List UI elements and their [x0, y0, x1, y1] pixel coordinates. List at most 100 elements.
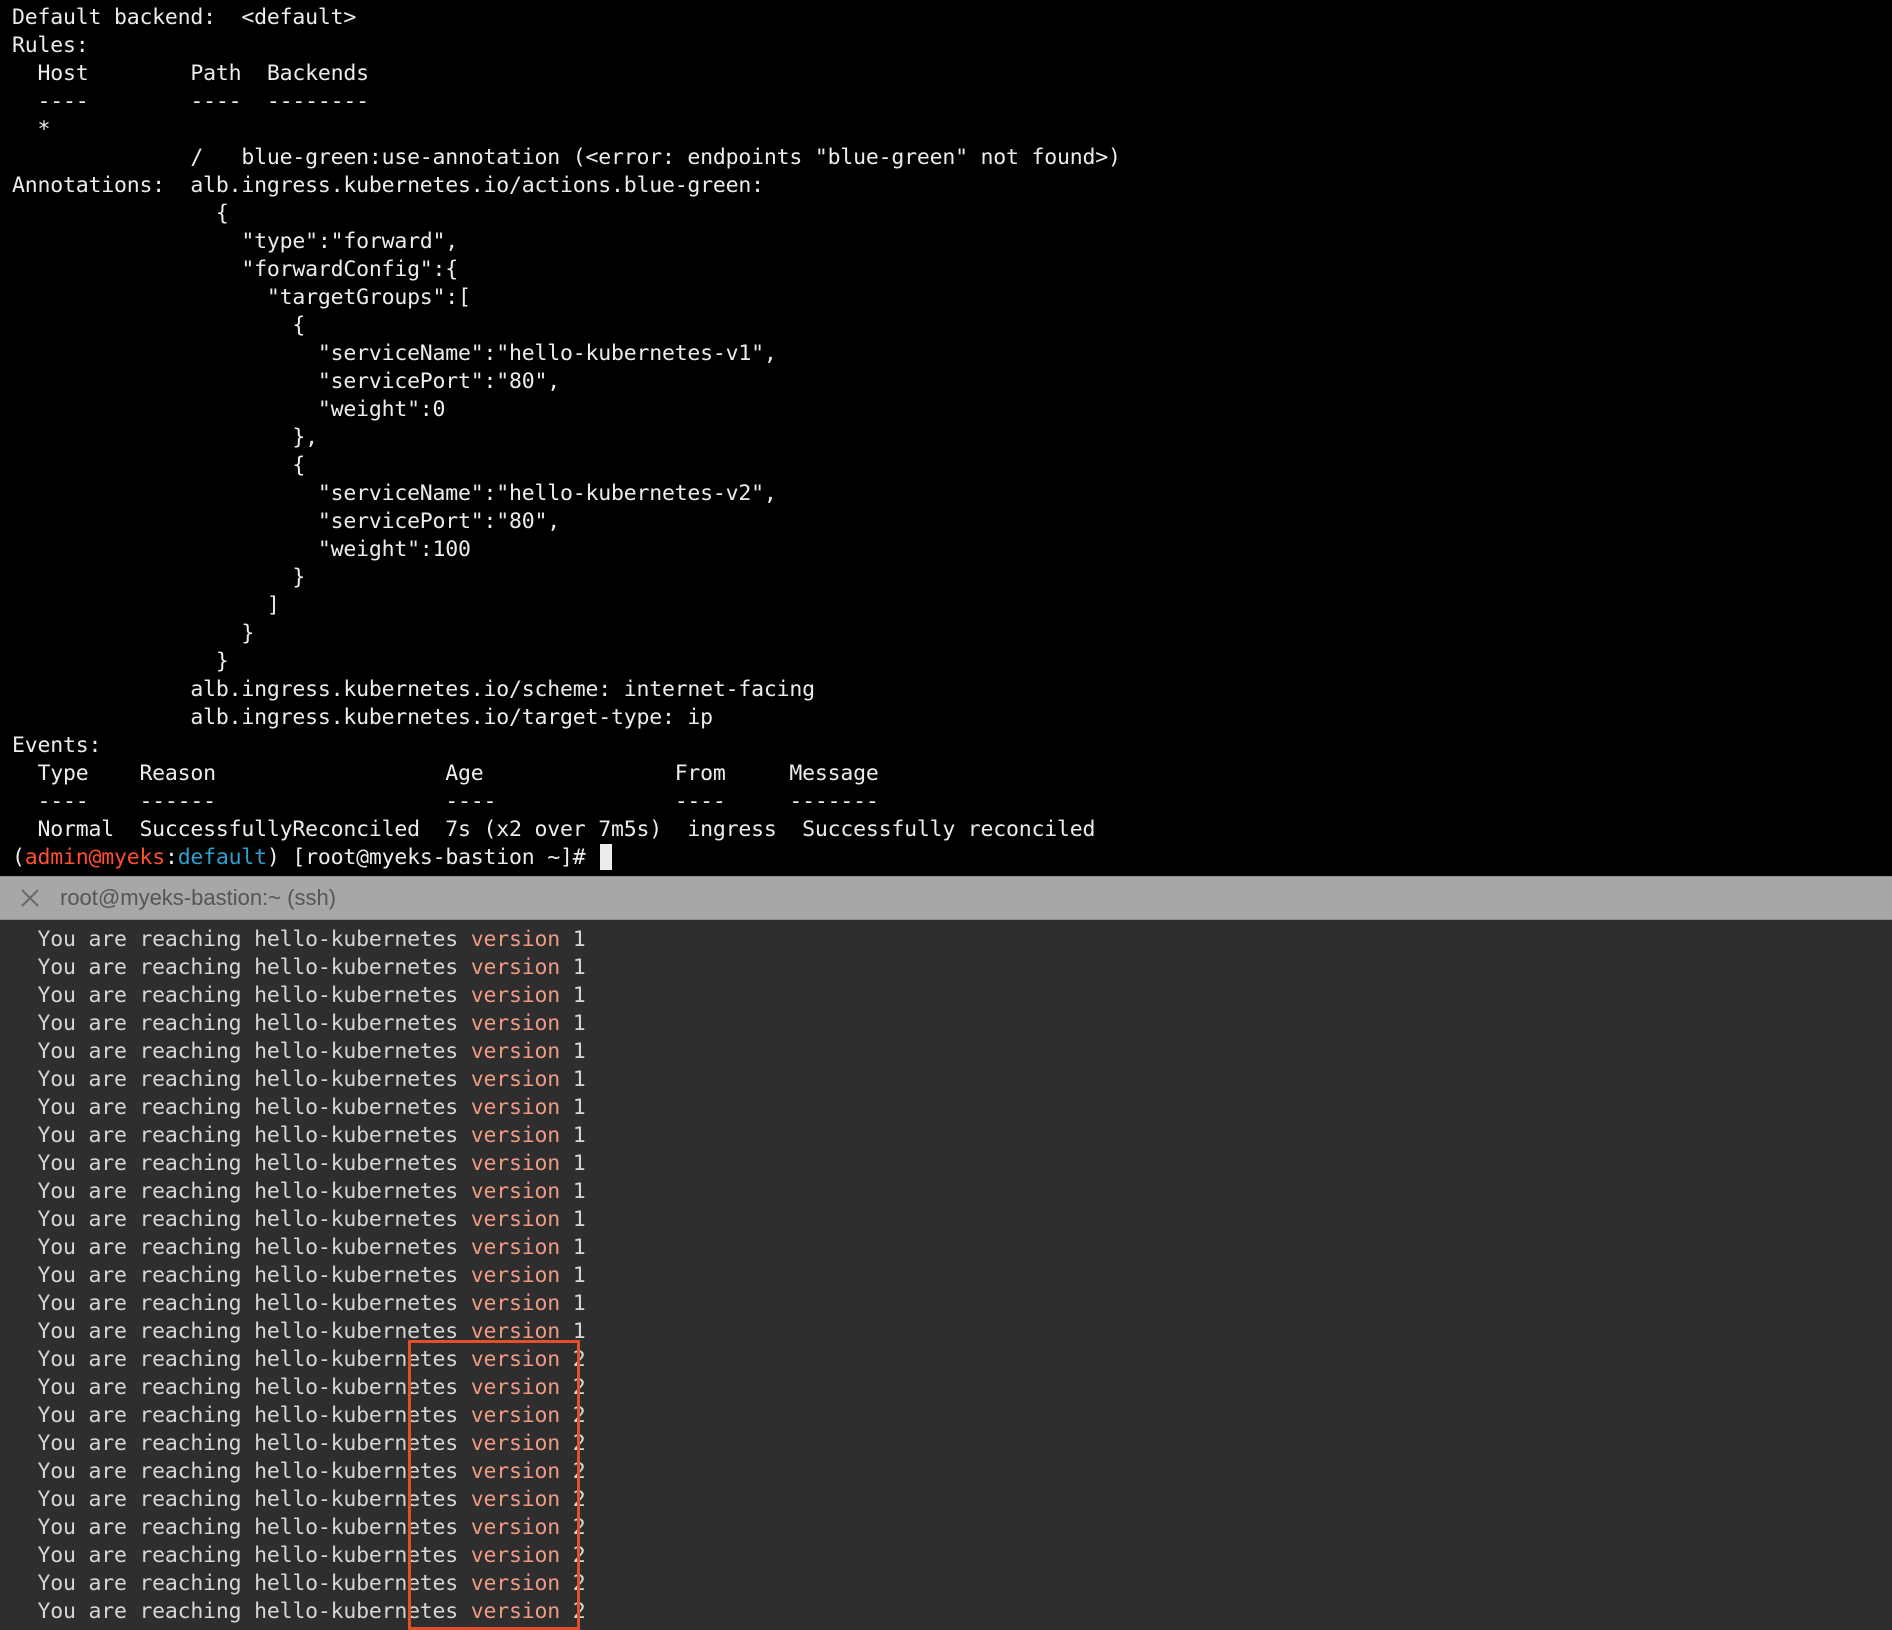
- version-keyword: version: [470, 955, 561, 980]
- version-keyword: version: [470, 1235, 561, 1260]
- output-line: You are reaching hello-kubernetes versio…: [12, 1262, 586, 1290]
- version-keyword: version: [470, 1431, 561, 1456]
- output-text: You are reaching hello-kubernetes: [12, 1039, 471, 1064]
- version-number: 1: [572, 927, 586, 952]
- output-line: You are reaching hello-kubernetes versio…: [12, 1066, 586, 1094]
- prompt-colon: :: [164, 845, 178, 870]
- terminal-line: alb.ingress.kubernetes.io/scheme: intern…: [12, 677, 815, 702]
- version-number: 1: [572, 1291, 586, 1316]
- bottom-terminal-pane[interactable]: You are reaching hello-kubernetes versio…: [0, 920, 1892, 1630]
- terminal-line: {: [12, 313, 306, 338]
- terminal-line: {: [12, 201, 229, 226]
- output-line: You are reaching hello-kubernetes versio…: [12, 1458, 585, 1486]
- version-number: 1: [572, 1263, 586, 1288]
- output-text: You are reaching hello-kubernetes: [12, 983, 471, 1008]
- output-line: You are reaching hello-kubernetes versio…: [12, 1374, 586, 1402]
- version-keyword: version: [470, 1571, 561, 1596]
- version-number: 1: [572, 1039, 586, 1064]
- curl-output: You are reaching hello-kubernetes versio…: [12, 926, 586, 1626]
- output-line: You are reaching hello-kubernetes versio…: [12, 1094, 586, 1122]
- terminal-line: },: [12, 425, 318, 450]
- terminal-line: }: [12, 621, 255, 646]
- version-number: 1: [572, 1151, 586, 1176]
- version-keyword: version: [470, 1095, 561, 1120]
- output-line: You are reaching hello-kubernetes versio…: [12, 1010, 585, 1038]
- prompt-paren-open: (: [12, 845, 25, 870]
- terminal-line: / blue-green:use-annotation (<error: end…: [12, 145, 1121, 170]
- prompt-host: ) [root@myeks-bastion ~]#: [266, 845, 599, 870]
- ssh-tab-bar: root@myeks-bastion:~ (ssh): [0, 876, 1892, 920]
- terminal-line: "targetGroups":[: [12, 285, 471, 310]
- output-line: You are reaching hello-kubernetes versio…: [12, 1290, 586, 1318]
- output-line: You are reaching hello-kubernetes versio…: [12, 954, 585, 982]
- top-terminal-pane[interactable]: Default backend: <default> Rules: Host P…: [0, 0, 1892, 876]
- version-number: 1: [572, 1179, 586, 1204]
- output-text: You are reaching hello-kubernetes: [12, 1515, 471, 1540]
- terminal-line: {: [12, 453, 306, 478]
- version-number: 1: [572, 1123, 586, 1148]
- version-number: 2: [572, 1543, 586, 1568]
- version-number: 1: [572, 1067, 586, 1092]
- output-text: You are reaching hello-kubernetes: [12, 1431, 471, 1456]
- output-line: You are reaching hello-kubernetes versio…: [12, 1234, 585, 1262]
- output-text: You are reaching hello-kubernetes: [12, 1207, 471, 1232]
- version-keyword: version: [470, 983, 561, 1008]
- version-keyword: version: [470, 927, 561, 952]
- terminal-line: Events:: [12, 733, 102, 758]
- version-keyword: version: [470, 1151, 561, 1176]
- version-keyword: version: [470, 1375, 561, 1400]
- output-text: You are reaching hello-kubernetes: [12, 1599, 471, 1624]
- version-keyword: version: [470, 1067, 561, 1092]
- tab-title[interactable]: root@myeks-bastion:~ (ssh): [60, 877, 336, 919]
- terminal-line: Annotations: alb.ingress.kubernetes.io/a…: [12, 173, 764, 198]
- terminal-line: alb.ingress.kubernetes.io/target-type: i…: [12, 705, 713, 730]
- version-number: 1: [572, 1319, 586, 1344]
- terminal-output: Default backend: <default> Rules: Host P…: [12, 4, 1121, 872]
- version-keyword: version: [470, 1263, 561, 1288]
- terminal-line: "servicePort":"80",: [12, 509, 560, 534]
- terminal-line: Type Reason Age From Message: [12, 761, 879, 786]
- version-number: 2: [572, 1403, 586, 1428]
- terminal-line: "type":"forward",: [12, 229, 459, 254]
- output-text: You are reaching hello-kubernetes: [12, 1235, 471, 1260]
- terminal-line: "serviceName":"hello-kubernetes-v1",: [12, 341, 777, 366]
- terminal-line: ---- ---- --------: [12, 89, 369, 114]
- terminal-line: }: [12, 565, 306, 590]
- version-number: 1: [572, 1095, 586, 1120]
- output-line: You are reaching hello-kubernetes versio…: [12, 982, 586, 1010]
- text-cursor: [600, 844, 613, 870]
- terminal-line: }: [12, 649, 229, 674]
- output-text: You are reaching hello-kubernetes: [12, 1459, 471, 1484]
- version-number: 1: [572, 983, 586, 1008]
- version-number: 2: [572, 1487, 586, 1512]
- output-text: You are reaching hello-kubernetes: [12, 1487, 471, 1512]
- output-text: You are reaching hello-kubernetes: [12, 1375, 471, 1400]
- output-text: You are reaching hello-kubernetes: [12, 1319, 471, 1344]
- version-keyword: version: [470, 1011, 561, 1036]
- shell-prompt[interactable]: (admin@myeks:default) [root@myeks-bastio…: [12, 844, 1121, 872]
- output-line: You are reaching hello-kubernetes versio…: [12, 1486, 586, 1514]
- version-number: 2: [572, 1515, 586, 1540]
- close-icon[interactable]: [20, 888, 40, 908]
- terminal-line: *: [12, 117, 51, 142]
- version-keyword: version: [470, 1291, 561, 1316]
- terminal-line: "weight":100: [12, 537, 471, 562]
- output-line: You are reaching hello-kubernetes versio…: [12, 1346, 585, 1374]
- output-text: You are reaching hello-kubernetes: [12, 1011, 471, 1036]
- output-line: You are reaching hello-kubernetes versio…: [12, 926, 586, 954]
- output-text: You are reaching hello-kubernetes: [12, 1067, 471, 1092]
- output-line: You are reaching hello-kubernetes versio…: [12, 1178, 586, 1206]
- version-keyword: version: [470, 1039, 561, 1064]
- output-text: You are reaching hello-kubernetes: [12, 927, 471, 952]
- terminal-line: Normal SuccessfullyReconciled 7s (x2 ove…: [12, 817, 1096, 842]
- version-number: 2: [572, 1375, 586, 1400]
- terminal-line: "servicePort":"80",: [12, 369, 560, 394]
- version-keyword: version: [470, 1543, 561, 1568]
- version-keyword: version: [470, 1515, 561, 1540]
- output-line: You are reaching hello-kubernetes versio…: [12, 1598, 585, 1626]
- output-text: You are reaching hello-kubernetes: [12, 1179, 471, 1204]
- output-line: You are reaching hello-kubernetes versio…: [12, 1514, 586, 1542]
- output-line: You are reaching hello-kubernetes versio…: [12, 1430, 585, 1458]
- output-text: You are reaching hello-kubernetes: [12, 1347, 471, 1372]
- output-line: You are reaching hello-kubernetes versio…: [12, 1206, 585, 1234]
